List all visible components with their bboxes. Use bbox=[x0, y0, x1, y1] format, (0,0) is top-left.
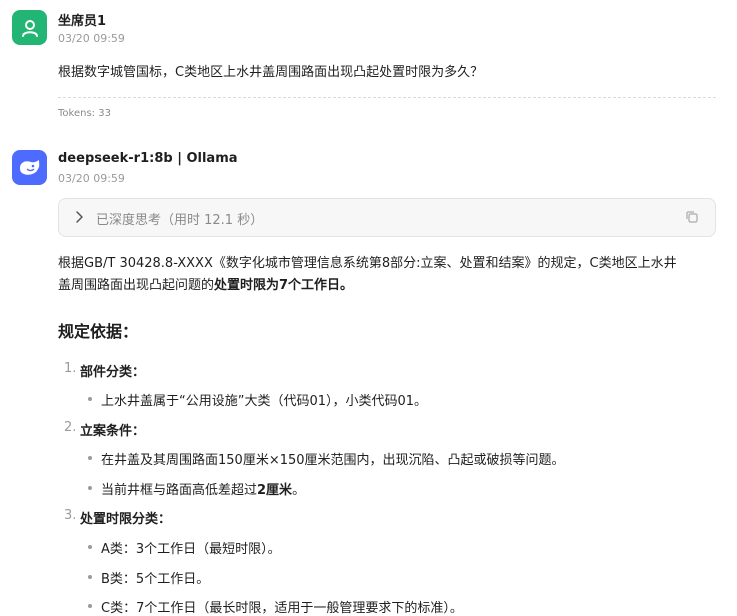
bullet-text-part: 当前井框与路面高低差超过 bbox=[101, 483, 258, 498]
assistant-message-time: 03/20 09:59 bbox=[58, 172, 125, 185]
deepseek-logo-icon bbox=[12, 150, 47, 185]
assistant-message: deepseek-r1:8b | Ollama 03/20 09:59 已深度思… bbox=[0, 0, 737, 616]
bullet-text: B类：5个工作日。 bbox=[101, 572, 210, 587]
bullet-text-after: 。 bbox=[292, 483, 306, 498]
thinking-label: 已深度思考（用时 12.1 秒） bbox=[96, 213, 264, 228]
bullet-text-bold: 2厘米 bbox=[257, 483, 293, 498]
bullet-text: 当前井框与路面高低差超过2厘米。 bbox=[101, 479, 305, 498]
list-number: 2. bbox=[64, 420, 77, 435]
list-number: 1. bbox=[64, 361, 77, 376]
list-item-title: 立案条件： bbox=[80, 424, 146, 439]
bullet-dot bbox=[88, 456, 92, 460]
assistant-sender-name: deepseek-r1:8b | Ollama bbox=[58, 151, 238, 166]
chevron-right-icon bbox=[76, 211, 83, 223]
bullet-text: 上水井盖属于“公用设施”大类（代码01），小类代码01。 bbox=[101, 394, 428, 409]
list-number: 3. bbox=[64, 508, 77, 523]
list-item-title: 部件分类： bbox=[80, 365, 146, 380]
bullet-dot bbox=[88, 604, 92, 608]
thinking-toggle[interactable]: 已深度思考（用时 12.1 秒） bbox=[58, 198, 716, 237]
bullet-text: 在井盖及其周围路面150厘米×150厘米范围内，出现沉陷、凸起或破损等问题。 bbox=[101, 453, 565, 468]
answer-intro-line1: 根据GB/T 30428.8-XXXX《数字化城市管理信息系统第8部分:立案、处… bbox=[58, 256, 677, 271]
bullet-dot bbox=[88, 545, 92, 549]
section-heading: 规定依据： bbox=[58, 322, 139, 341]
list-item-title: 处置时限分类： bbox=[80, 512, 172, 527]
bullet-dot bbox=[88, 575, 92, 579]
answer-intro: 根据GB/T 30428.8-XXXX《数字化城市管理信息系统第8部分:立案、处… bbox=[58, 253, 718, 297]
answer-intro-bold: 处置时限为7个工作日。 bbox=[214, 278, 354, 293]
answer-intro-line2: 盖周围路面出现凸起问题的 bbox=[58, 278, 215, 293]
copy-icon[interactable] bbox=[685, 210, 699, 224]
bullet-dot bbox=[88, 486, 92, 490]
bullet-text: C类：7个工作日（最长时限，适用于一般管理要求下的标准）。 bbox=[101, 601, 463, 616]
bullet-text: A类：3个工作日（最短时限）。 bbox=[101, 542, 281, 557]
bullet-dot bbox=[88, 397, 92, 401]
